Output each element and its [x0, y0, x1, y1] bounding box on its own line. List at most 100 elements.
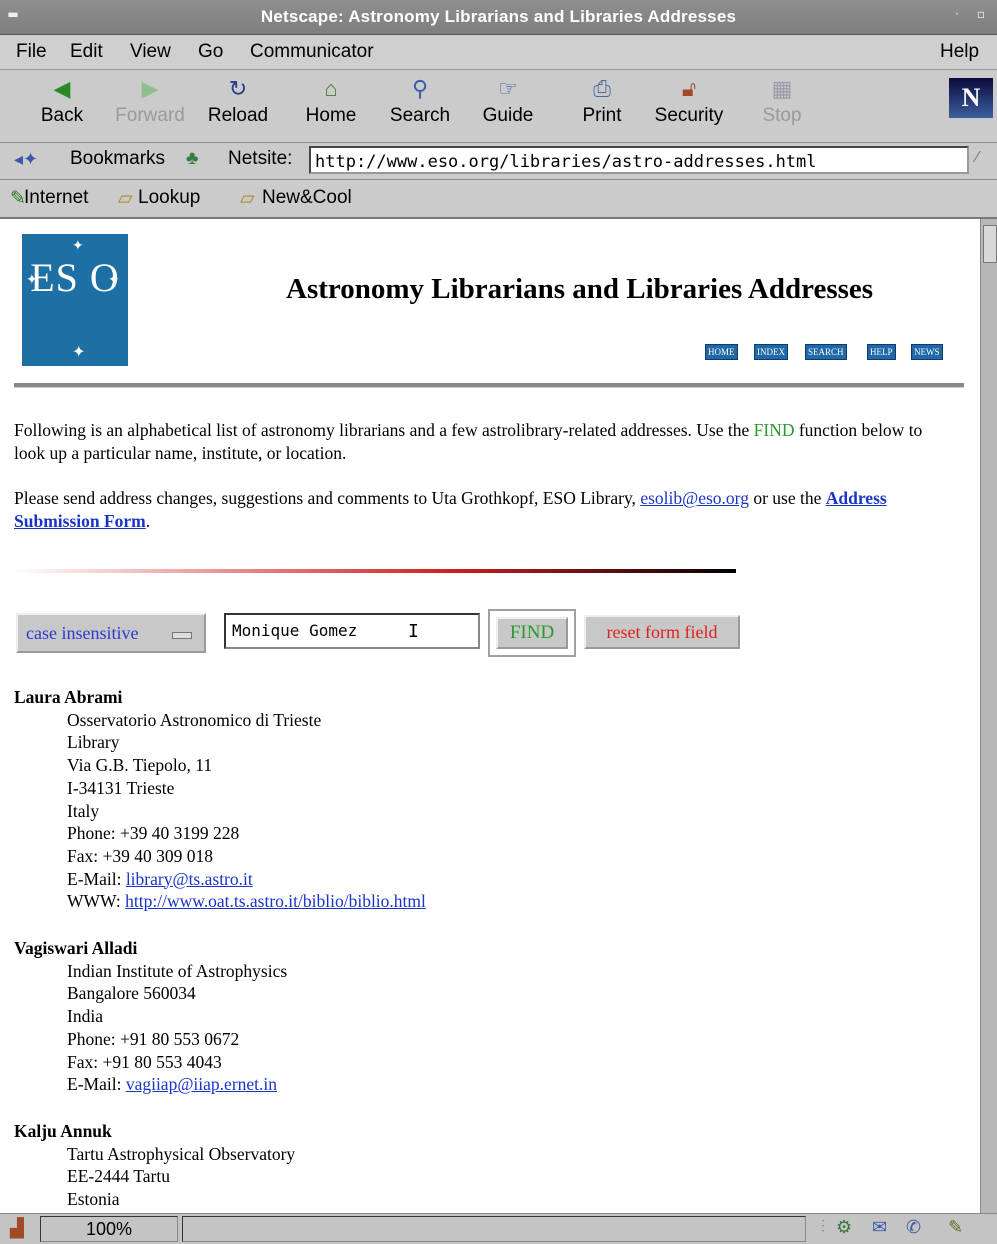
guide-button[interactable]: ☞ Guide: [476, 76, 540, 127]
dropdown-indicator-icon: [172, 632, 192, 639]
email-link[interactable]: vagiiap@iiap.ernet.in: [126, 1074, 277, 1094]
stop-icon: ▦: [771, 76, 793, 101]
search-button[interactable]: ⚲ Search: [384, 76, 456, 127]
contact-paragraph: Please send address changes, suggestions…: [14, 488, 887, 531]
star-icon: ✦: [72, 239, 84, 254]
entry-www: WWW: http://www.oat.ts.astro.it/biblio/b…: [67, 891, 426, 912]
nav-help-button[interactable]: HELP: [867, 344, 896, 360]
esolib-email-link[interactable]: esolib@eso.org: [640, 488, 749, 508]
entry-name: Vagiswari Alladi: [14, 938, 138, 958]
print-button[interactable]: ⎙ Print: [576, 76, 628, 127]
discussion-icon[interactable]: ✆: [906, 1217, 921, 1238]
home-button[interactable]: ⌂ Home: [300, 76, 362, 127]
entry-line: Indian Institute of Astrophysics: [67, 960, 288, 981]
url-field[interactable]: http://www.eso.org/libraries/astro-addre…: [309, 146, 969, 174]
stop-button[interactable]: ▦ Stop: [756, 76, 808, 127]
back-button[interactable]: ◀ Back: [36, 76, 88, 127]
case-mode-value: case insensitive: [26, 623, 139, 643]
reset-form-button[interactable]: reset form field: [584, 615, 740, 649]
nav-news-button[interactable]: NEWS: [911, 344, 943, 360]
zoom-progress: 100%: [40, 1216, 178, 1242]
eso-logo[interactable]: ✦ ✦ ✦ ES O ✦: [22, 234, 128, 366]
menu-edit[interactable]: Edit: [70, 41, 103, 63]
internet-link[interactable]: Internet: [24, 187, 88, 209]
url-dropdown-icon[interactable]: ∕: [976, 149, 979, 167]
vertical-scrollbar[interactable]: [980, 219, 997, 1213]
find-button[interactable]: FIND: [496, 617, 568, 649]
entry-line: I-34131 Trieste: [67, 777, 175, 798]
guide-label: Guide: [482, 105, 534, 126]
address-entry: Laura Abrami Osservatorio Astronomico di…: [14, 686, 426, 913]
menu-help[interactable]: Help: [940, 41, 979, 63]
lookup-link[interactable]: Lookup: [138, 187, 200, 209]
entry-line: Phone: +91 80 553 0672: [67, 1028, 240, 1049]
mail-icon[interactable]: ✉: [872, 1217, 887, 1238]
bookmarks-button[interactable]: Bookmarks: [70, 148, 165, 170]
menu-go[interactable]: Go: [198, 41, 223, 63]
home-label: Home: [305, 105, 357, 126]
entry-line: Fax: +91 80 553 4043: [67, 1051, 222, 1072]
netsite-label: Netsite:: [228, 148, 293, 169]
location-bar: ◂✦ Bookmarks ♣ Netsite: http://www.eso.o…: [0, 143, 997, 180]
entry-line: Phone: +39 40 3199 228: [67, 823, 240, 844]
entry-email: E-Mail: vagiiap@iiap.ernet.in: [67, 1074, 278, 1095]
entry-line: EE-2444 Tartu: [67, 1166, 170, 1187]
reload-button[interactable]: ↻ Reload: [202, 76, 274, 127]
entry-line: Italy: [67, 800, 100, 821]
navigation-toolbar: ◀ Back ▶ Forward ↻ Reload ⌂ Home ⚲ Searc…: [0, 70, 997, 143]
gradient-divider: [14, 569, 736, 573]
menu-view[interactable]: View: [130, 41, 171, 63]
netscape-logo[interactable]: N: [949, 78, 993, 118]
entry-line: Via G.B. Tiepolo, 11: [67, 755, 213, 776]
nav-home-button[interactable]: HOME: [705, 344, 738, 360]
security-status-icon[interactable]: ▟: [10, 1218, 24, 1239]
window-title-bar[interactable]: ▬ Netscape: Astronomy Librarians and Lib…: [0, 0, 997, 35]
entry-line: Estonia: [67, 1189, 120, 1210]
case-mode-select[interactable]: case insensitive: [16, 613, 206, 653]
text-cursor-icon: I: [408, 621, 419, 642]
home-icon: ⌂: [324, 76, 338, 101]
menu-bar: File Edit View Go Communicator Help: [0, 35, 997, 70]
security-label: Security: [654, 105, 724, 126]
reload-label: Reload: [207, 105, 269, 126]
forward-button[interactable]: ▶ Forward: [108, 76, 192, 127]
www-link[interactable]: http://www.oat.ts.astro.it/biblio/biblio…: [125, 891, 426, 911]
menu-file[interactable]: File: [16, 41, 47, 63]
scrollbar-thumb[interactable]: [983, 225, 997, 263]
print-icon: ⎙: [593, 76, 611, 101]
newcool-link[interactable]: New&Cool: [262, 187, 352, 209]
search-label: Search: [389, 105, 451, 126]
search-icon: ⚲: [411, 76, 429, 101]
guide-icon: ☞: [498, 76, 518, 101]
nav-index-button[interactable]: INDEX: [754, 344, 788, 360]
navigator-icon[interactable]: ⚙: [836, 1217, 852, 1238]
composer-icon[interactable]: ✎: [948, 1217, 963, 1238]
status-message-area: [182, 1216, 806, 1242]
entry-line: Tartu Astrophysical Observatory: [67, 1143, 296, 1164]
forward-arrow-icon: ▶: [141, 76, 159, 101]
find-button-frame: FIND: [488, 609, 576, 657]
entry-line: Osservatorio Astronomico di Trieste: [67, 709, 322, 730]
email-link[interactable]: library@ts.astro.it: [126, 869, 253, 889]
personal-toolbar: ✎ Internet ▱ Lookup ▱ New&Cool: [0, 180, 997, 219]
eso-logo-letters: ES O: [30, 255, 120, 300]
entry-name: Laura Abrami: [14, 687, 123, 707]
entry-email: E-Mail: library@ts.astro.it: [67, 868, 253, 889]
nav-search-button[interactable]: SEARCH: [805, 344, 847, 360]
find-keyword: FIND: [753, 420, 795, 440]
menu-communicator[interactable]: Communicator: [250, 41, 374, 63]
page-proxy-icon[interactable]: ♣: [186, 148, 198, 170]
intro-paragraph: Following is an alphabetical list of ast…: [14, 420, 923, 463]
window-title: Netscape: Astronomy Librarians and Libra…: [260, 7, 737, 26]
maximize-icon[interactable]: ▫: [974, 7, 988, 21]
minimize-icon[interactable]: ·: [950, 7, 964, 21]
security-button[interactable]: 🔓︎ Security: [648, 76, 730, 127]
horizontal-rule: [14, 383, 964, 388]
security-lock-icon: 🔓︎: [681, 76, 697, 101]
forward-label: Forward: [115, 105, 185, 126]
entry-line: Library: [67, 732, 120, 753]
grip-icon: ⋮: [816, 1217, 830, 1233]
page-content: ✦ ✦ ✦ ES O ✦ Astronomy Librarians and Li…: [0, 219, 980, 1213]
entry-line: Fax: +39 40 309 018: [67, 845, 213, 866]
find-input[interactable]: Monique Gomez: [224, 613, 480, 649]
